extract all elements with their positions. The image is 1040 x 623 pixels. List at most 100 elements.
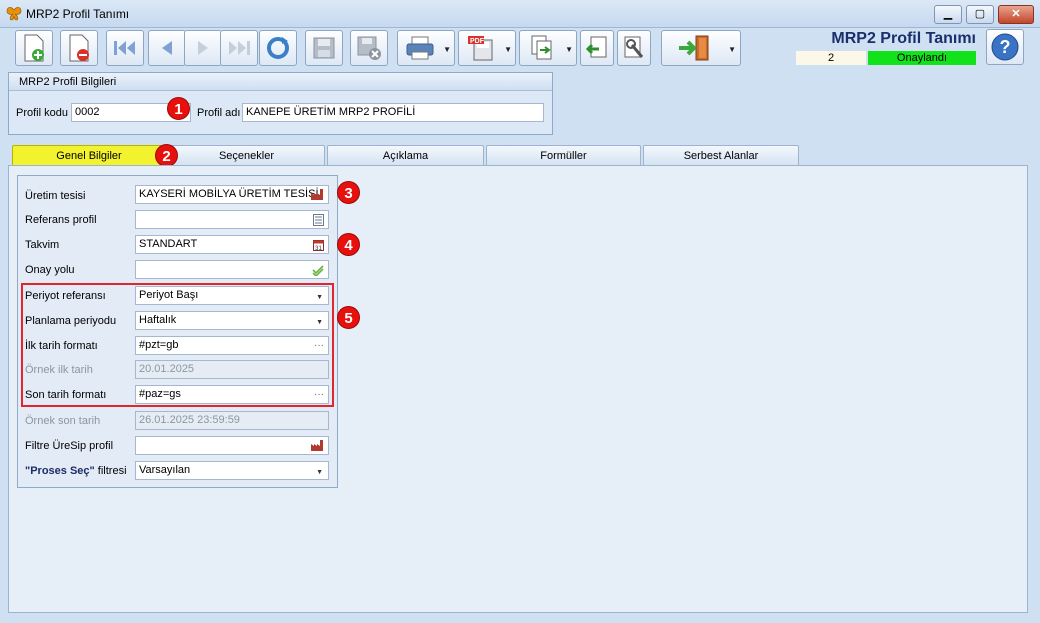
first-record-button[interactable]: [106, 30, 144, 66]
window-title: MRP2 Profil Tanımı: [26, 7, 130, 21]
tab-genel-bilgiler[interactable]: Genel Bilgiler: [12, 145, 166, 166]
status-badge: Onaylandı: [868, 51, 976, 65]
delete-document-button[interactable]: [60, 30, 98, 66]
chevron-down-icon[interactable]: ▼: [316, 289, 323, 304]
marker-4: 4: [337, 233, 360, 256]
help-button[interactable]: ?: [986, 29, 1024, 65]
ilk-tarih-formati-value: #pzt=gb: [139, 339, 179, 351]
export-dropdown-icon[interactable]: ▼: [565, 45, 573, 54]
save-close-icon: [357, 36, 381, 60]
chevron-down-icon[interactable]: ▼: [316, 464, 323, 479]
minimize-icon: ▁: [943, 8, 953, 20]
ellipsis-icon[interactable]: ···: [314, 386, 324, 403]
filtre-uresip-label: Filtre ÜreSip profil: [25, 440, 114, 452]
exit-button[interactable]: ▼: [661, 30, 741, 66]
refresh-button[interactable]: [259, 30, 297, 66]
svg-text:31: 31: [315, 246, 322, 251]
import-button[interactable]: [580, 30, 614, 66]
maximize-button[interactable]: ▢: [966, 5, 994, 24]
tab-aciklama[interactable]: Açıklama: [327, 145, 484, 166]
close-icon: ✕: [1011, 8, 1021, 20]
previous-record-button[interactable]: [148, 30, 186, 66]
factory-icon[interactable]: [311, 189, 324, 200]
import-icon: [585, 36, 607, 58]
save-close-button[interactable]: [350, 30, 388, 66]
next-record-button[interactable]: [184, 30, 222, 66]
periyot-referansi-select[interactable]: Periyot Başı ▼: [135, 286, 329, 305]
title-bar: MRP2 Profil Tanımı ▁ ▢ ✕: [0, 0, 1040, 28]
new-doc-icon: [24, 34, 44, 62]
profile-name-input[interactable]: KANEPE ÜRETİM MRP2 PROFİLİ: [242, 103, 544, 122]
pdf-button[interactable]: PDF ▼: [458, 30, 516, 66]
proses-sec-label-bold: "Proses Seç": [25, 465, 95, 477]
ilk-tarih-formati-field[interactable]: #pzt=gb ···: [135, 336, 329, 355]
pdf-dropdown-icon[interactable]: ▼: [504, 45, 512, 54]
planlama-periyodu-value: Haftalık: [139, 314, 177, 326]
export-button[interactable]: ▼: [519, 30, 577, 66]
first-icon: [114, 41, 135, 55]
profile-code-value: 0002: [75, 106, 100, 118]
factory-icon[interactable]: [311, 440, 324, 451]
document-number: 2: [796, 51, 866, 65]
filtre-uresip-field[interactable]: [135, 436, 329, 455]
referans-profil-field[interactable]: [135, 210, 329, 229]
butterfly-app-icon: [6, 6, 22, 22]
ornek-ilk-tarih-field: 20.01.2025: [135, 360, 329, 379]
delete-doc-icon: [69, 34, 89, 62]
ornek-son-tarih-label: Örnek son tarih: [25, 415, 101, 427]
proses-sec-label: "Proses Seç" filtresi: [25, 465, 127, 477]
help-icon: ?: [991, 33, 1019, 61]
save-button[interactable]: [305, 30, 343, 66]
list-icon[interactable]: [313, 214, 324, 226]
ornek-son-tarih-field: 26.01.2025 23:59:59: [135, 411, 329, 430]
profile-code-label: Profil kodu: [16, 107, 68, 119]
ellipsis-icon[interactable]: ···: [314, 337, 324, 354]
save-icon: [313, 37, 335, 59]
refresh-icon: [267, 37, 289, 59]
son-tarih-formati-field[interactable]: #paz=gs ···: [135, 385, 329, 404]
print-dropdown-icon[interactable]: ▼: [443, 45, 451, 54]
new-document-button[interactable]: [15, 30, 53, 66]
proses-sec-value: Varsayılan: [139, 464, 191, 476]
calendar-icon[interactable]: 31: [313, 239, 324, 251]
marker-3: 3: [337, 181, 360, 204]
last-icon: [229, 41, 250, 55]
export-icon: [531, 35, 552, 60]
group-title: MRP2 Profil Bilgileri: [9, 73, 552, 91]
pdf-label: PDF: [470, 38, 485, 45]
tab-serbest-alanlar[interactable]: Serbest Alanlar: [643, 145, 799, 166]
profile-name-label: Profil adı: [197, 107, 241, 119]
uretim-tesisi-label: Üretim tesisi: [25, 190, 86, 202]
proses-sec-label-rest: filtresi: [94, 465, 127, 477]
wrench-icon: [624, 36, 644, 58]
referans-profil-label: Referans profil: [25, 214, 97, 226]
profile-name-value: KANEPE ÜRETİM MRP2 PROFİLİ: [246, 106, 416, 118]
last-record-button[interactable]: [220, 30, 258, 66]
ornek-ilk-tarih-label: Örnek ilk tarih: [25, 364, 93, 376]
periyot-referansi-label: Periyot referansı: [25, 290, 106, 302]
son-tarih-formati-value: #paz=gs: [139, 388, 181, 400]
print-button[interactable]: ▼: [397, 30, 455, 66]
marker-5: 5: [337, 306, 360, 329]
tab-formuller[interactable]: Formüller: [486, 145, 641, 166]
close-button[interactable]: ✕: [998, 5, 1034, 24]
exit-dropdown-icon[interactable]: ▼: [728, 45, 736, 54]
chevron-down-icon[interactable]: ▼: [316, 314, 323, 329]
ornek-son-tarih-value: 26.01.2025 23:59:59: [139, 414, 240, 426]
tab-secenekler[interactable]: Seçenekler: [168, 145, 325, 166]
marker-1: 1: [167, 97, 190, 120]
pdf-icon: PDF: [468, 36, 493, 61]
svg-text:?: ?: [1000, 37, 1011, 57]
minimize-button[interactable]: ▁: [934, 5, 962, 24]
takvim-field[interactable]: STANDART 31: [135, 235, 329, 254]
periyot-referansi-value: Periyot Başı: [139, 289, 199, 301]
uretim-tesisi-field[interactable]: KAYSERİ MOBİLYA ÜRETİM TESİSİ: [135, 185, 329, 204]
proses-sec-select[interactable]: Varsayılan ▼: [135, 461, 329, 480]
onay-yolu-field[interactable]: [135, 260, 329, 279]
son-tarih-formati-label: Son tarih formatı: [25, 389, 107, 401]
uretim-tesisi-value: KAYSERİ MOBİLYA ÜRETİM TESİSİ: [139, 188, 319, 200]
tools-button[interactable]: [617, 30, 651, 66]
checkmark-icon[interactable]: [312, 264, 324, 276]
planlama-periyodu-select[interactable]: Haftalık ▼: [135, 311, 329, 330]
exit-door-icon: [678, 35, 709, 61]
